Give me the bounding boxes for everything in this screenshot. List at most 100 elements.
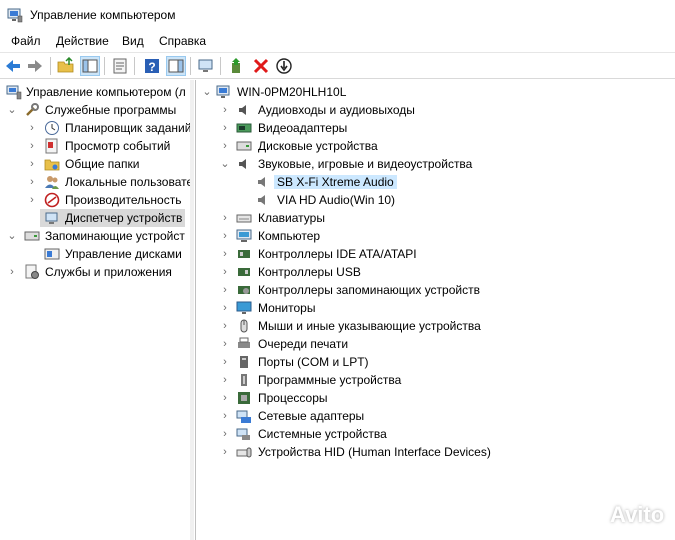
chevron-right-icon[interactable]: › [220,337,230,351]
avito-watermark: Avito [568,500,668,530]
chevron-right-icon[interactable]: › [220,265,230,279]
menu-file[interactable]: Файл [11,34,41,48]
menu-help[interactable]: Справка [159,34,206,48]
toolbar: ? [0,52,675,79]
device-manager-icon [45,212,58,224]
device-category[interactable]: › Системные устройства [196,425,675,443]
chevron-right-icon[interactable]: › [7,265,17,279]
tree-task-scheduler[interactable]: › Планировщик заданий [0,119,190,137]
chevron-right-icon[interactable]: › [220,391,230,405]
tree-local-users[interactable]: › Локальные пользовате [0,173,190,191]
event-viewer-icon [45,138,58,154]
tree-storage[interactable]: ⌄ Запоминающие устройст [0,227,190,245]
menu-view[interactable]: Вид [122,34,144,48]
device-category[interactable]: › Мониторы [196,299,675,317]
chevron-right-icon[interactable]: › [27,175,37,189]
chevron-right-icon[interactable]: › [220,319,230,333]
device-category[interactable]: › Устройства HID (Human Interface Devices… [196,443,675,461]
device-category[interactable]: › Контроллеры запоминающих устройств [196,281,675,299]
device-category[interactable]: › Очереди печати [196,335,675,353]
device-category[interactable]: › Процессоры [196,389,675,407]
device-category[interactable]: › Мыши и иные указывающие устройства [196,317,675,335]
chevron-down-icon[interactable]: ⌄ [7,103,17,117]
toolbar-separator [190,57,191,75]
device-category[interactable]: › Сетевые адаптеры [196,407,675,425]
tree-utilities[interactable]: ⌄ Служебные программы [0,101,190,119]
chevron-right-icon[interactable]: › [27,139,37,153]
services-icon [25,264,39,279]
tree-disk-management[interactable]: Управление дисками [0,245,190,263]
help-icon[interactable]: ? [143,57,161,75]
sound-device-item[interactable]: VIA HD Audio(Win 10) [196,191,675,209]
device-category[interactable]: › Клавиатуры [196,209,675,227]
device-category[interactable]: › Аудиовходы и аудиовыходы [196,101,675,119]
keyboard-icon [236,214,252,223]
properties-icon[interactable] [111,57,129,75]
disable-device-icon[interactable] [275,57,293,75]
chevron-right-icon[interactable]: › [220,355,230,369]
chevron-right-icon[interactable]: › [220,103,230,117]
tree-services[interactable]: › Службы и приложения [0,263,190,281]
device-category[interactable]: › Порты (COM и LPT) [196,353,675,371]
tree-item-label: Локальные пользовате [65,175,191,189]
tree-root[interactable]: Управление компьютером (л [0,83,190,101]
device-category[interactable]: › Контроллеры USB [196,263,675,281]
tree-shared-folders[interactable]: › Общие папки [0,155,190,173]
chevron-right-icon[interactable]: › [220,283,230,297]
tree-performance[interactable]: › Производительность [0,191,190,209]
chevron-right-icon[interactable]: › [27,157,37,171]
chevron-down-icon[interactable]: ⌄ [7,229,17,243]
monitor-icon [236,301,252,314]
tree-event-viewer[interactable]: › Просмотр событий [0,137,190,155]
forward-arrow-icon[interactable] [26,57,44,75]
device-tree: ⌄ WIN-0PM20HLH10L › Аудиовходы и аудиовых… [195,80,675,540]
usb-controller-icon [238,268,250,276]
device-category[interactable]: ⌄ Звуковые, игровые и видеоустройства [196,155,675,173]
chevron-right-icon[interactable]: › [220,229,230,243]
chevron-down-icon[interactable]: ⌄ [220,157,230,171]
show-hide-tree-icon[interactable] [80,56,100,76]
computer-management-icon [6,85,22,100]
chevron-right-icon[interactable]: › [220,445,230,459]
console-tree: Управление компьютером (л ⌄ Служебные пр… [0,80,191,540]
chevron-down-icon[interactable]: ⌄ [202,85,212,99]
toolbar-separator [104,57,105,75]
chevron-right-icon[interactable]: › [27,121,37,135]
device-category-label: Порты (COM и LPT) [258,355,369,369]
disk-drive-icon [236,141,252,151]
update-driver-icon[interactable] [228,57,246,75]
chevron-right-icon[interactable]: › [220,409,230,423]
device-category[interactable]: › Компьютер [196,227,675,245]
chevron-right-icon[interactable]: › [27,193,37,207]
chevron-right-icon[interactable]: › [220,139,230,153]
uninstall-x-icon[interactable] [252,57,270,75]
device-category[interactable]: › Контроллеры IDE ATA/ATAPI [196,245,675,263]
up-folder-icon[interactable] [57,57,75,75]
scan-hardware-icon[interactable] [197,57,215,75]
chevron-right-icon[interactable]: › [220,121,230,135]
chevron-right-icon[interactable]: › [220,247,230,261]
display-adapter-icon [236,123,252,133]
device-category[interactable]: › Программные устройства [196,371,675,389]
show-action-pane-icon[interactable] [166,56,186,76]
device-tree-root[interactable]: ⌄ WIN-0PM20HLH10L [196,83,675,101]
device-category[interactable]: › Видеоадаптеры [196,119,675,137]
chevron-right-icon[interactable]: › [220,211,230,225]
software-device-icon [241,374,247,386]
back-arrow-icon[interactable] [4,57,22,75]
system-device-icon [236,428,250,440]
users-icon [45,176,59,189]
chevron-right-icon[interactable]: › [220,301,230,315]
sound-device-item[interactable]: SB X-Fi Xtreme Audio [196,173,675,191]
chevron-right-icon[interactable]: › [220,373,230,387]
device-category-label: Аудиовходы и аудиовыходы [258,103,415,117]
tree-device-manager[interactable]: Диспетчер устройств [40,209,185,227]
storage-controller-icon [238,286,250,294]
port-icon [240,356,248,368]
menu-action[interactable]: Действие [56,34,109,48]
device-category[interactable]: › Дисковые устройства [196,137,675,155]
device-category-label: Сетевые адаптеры [258,409,365,423]
pane-splitter[interactable] [190,80,194,540]
chevron-right-icon[interactable]: › [220,427,230,441]
sound-device-label: SB X-Fi Xtreme Audio [274,175,397,189]
